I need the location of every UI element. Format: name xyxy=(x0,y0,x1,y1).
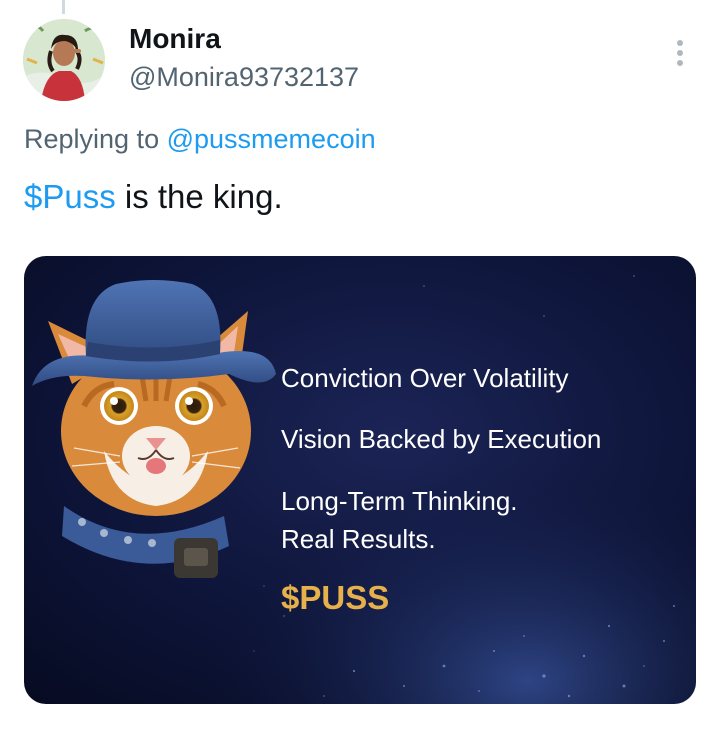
tweet-text-rest: is the king. xyxy=(115,178,283,215)
media-line-long-term: Long-Term Thinking. xyxy=(281,486,518,516)
avatar[interactable] xyxy=(23,19,105,101)
author-display-name[interactable]: Monira xyxy=(129,22,221,56)
media-brand-ticker: $PUSS xyxy=(281,579,390,616)
tweet-media-image[interactable] xyxy=(24,256,696,704)
cashtag-link[interactable]: $Puss xyxy=(24,178,116,215)
media-line-vision: Vision Backed by Execution xyxy=(281,424,602,454)
tweet-page: Monira @Monira93732137 Replying to @puss… xyxy=(0,0,720,734)
more-options-button[interactable] xyxy=(668,36,692,72)
media-line-conviction: Conviction Over Volatility xyxy=(281,363,569,393)
replying-to-mention-link[interactable]: @pussmemecoin xyxy=(167,124,376,154)
tweet-text: $Puss is the king. xyxy=(24,176,283,218)
replying-to-line: Replying to @pussmemecoin xyxy=(24,122,376,156)
replying-prefix: Replying to xyxy=(24,124,160,154)
avatar-image xyxy=(23,19,105,101)
author-handle[interactable]: @Monira93732137 xyxy=(129,60,359,94)
media-line-results: Real Results. xyxy=(281,524,436,554)
more-vertical-icon xyxy=(677,40,683,66)
thread-connector-line xyxy=(62,0,65,14)
media-artwork xyxy=(24,256,696,704)
